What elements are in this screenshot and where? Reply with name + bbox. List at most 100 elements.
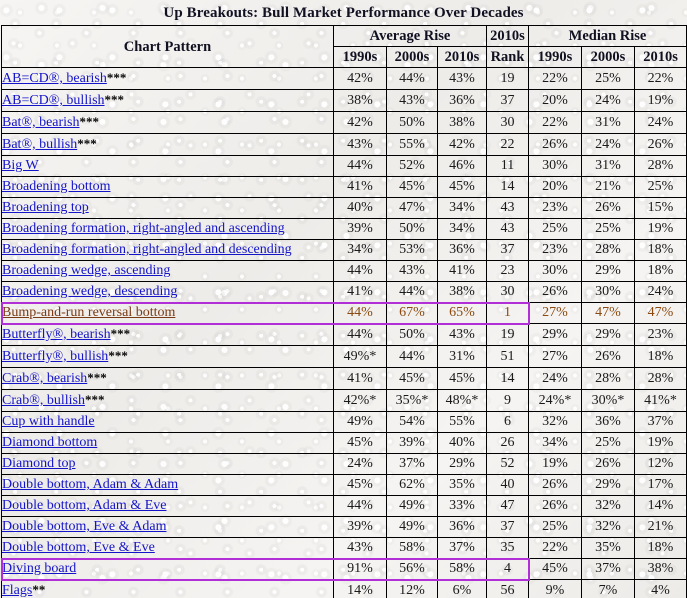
med-1990s-cell: 45% — [528, 558, 582, 580]
table-row: Bump-and-run reversal bottom 44% 67% 65% 1 27… — [1, 302, 687, 324]
med-2000s-cell: 21% — [581, 176, 635, 198]
med-2010s-cell: 28% — [633, 367, 687, 390]
med-2010s-cell: 14% — [633, 495, 687, 517]
med-1990s-cell: 30% — [528, 155, 582, 177]
med-1990s-cell: 19% — [528, 453, 582, 475]
header-med-1990s: 1990s — [528, 46, 582, 68]
pattern-link[interactable]: Broadening top — [3, 200, 89, 215]
pattern-link[interactable]: Diving board — [3, 561, 77, 576]
pattern-link[interactable]: Broadening formation, right-angled and a… — [3, 221, 285, 236]
med-2010s-cell: 24% — [633, 281, 687, 303]
avg-2010s-cell: 31% — [437, 345, 487, 368]
pattern-name-cell: AB=CD®, bearish*** — [1, 67, 334, 90]
pattern-link[interactable]: Bump-and-run reversal bottom — [3, 305, 176, 320]
med-2010s-cell: 47% — [633, 302, 687, 324]
table-row: Butterfly®, bullish*** 49%* 44% 31% 51 27% 26%… — [1, 345, 687, 368]
pattern-name-cell: AB=CD®, bullish*** — [1, 89, 334, 112]
pattern-link[interactable]: Flags — [3, 583, 33, 598]
pattern-link[interactable]: Diamond bottom — [3, 435, 98, 450]
pattern-link[interactable]: AB=CD®, bullish — [3, 93, 105, 108]
avg-1990s-cell: 49%* — [333, 345, 387, 368]
avg-2000s-cell: 56% — [386, 558, 438, 580]
avg-2000s-cell: 58% — [386, 537, 438, 559]
avg-2010s-cell: 6% — [437, 579, 487, 598]
pattern-link[interactable]: Broadening bottom — [3, 179, 111, 194]
pattern-link[interactable]: Double bottom, Eve & Adam — [3, 519, 167, 534]
med-2010s-cell: 23% — [633, 323, 687, 346]
pattern-link[interactable]: Double bottom, Adam & Eve — [3, 498, 167, 513]
avg-2010s-cell: 46% — [437, 155, 487, 177]
med-1990s-cell: 20% — [528, 176, 582, 198]
avg-2000s-cell: 50% — [386, 111, 438, 134]
pattern-link[interactable]: Diamond top — [3, 456, 76, 471]
header-median-rise: Median Rise — [527, 25, 687, 47]
header-row-groups: Chart Pattern Average Rise 2010s Median … — [1, 25, 687, 68]
avg-1990s-cell: 42%* — [333, 389, 387, 412]
rank-cell: 19 — [486, 67, 529, 90]
med-1990s-cell: 20% — [528, 89, 582, 112]
med-2000s-cell: 26% — [581, 197, 635, 219]
pattern-link[interactable]: Cup with handle — [3, 414, 95, 429]
pattern-link[interactable]: Bat®, bearish — [3, 115, 80, 130]
table-row: Butterfly®, bearish*** 44% 50% 43% 19 29% 29% 2… — [1, 323, 687, 346]
pattern-name-cell: Butterfly®, bearish*** — [1, 323, 334, 346]
pattern-link[interactable]: Broadening wedge, ascending — [3, 263, 171, 278]
table-row: Diamond top 24% 37% 29% 52 19% 26% 12% — [1, 453, 687, 475]
med-2000s-cell: 26% — [581, 453, 635, 475]
avg-1990s-cell: 91% — [333, 558, 387, 580]
med-1990s-cell: 23% — [528, 197, 582, 219]
avg-2000s-cell: 49% — [386, 516, 438, 538]
pattern-name-cell: Broadening wedge, descending — [1, 281, 334, 303]
avg-2010s-cell: 34% — [437, 197, 487, 219]
avg-2000s-cell: 52% — [386, 155, 438, 177]
footnote-marker: *** — [84, 392, 105, 407]
avg-2010s-cell: 43% — [437, 323, 487, 346]
avg-2010s-cell: 45% — [437, 176, 487, 198]
pattern-link[interactable]: Double bottom, Adam & Adam — [3, 477, 179, 492]
table-row: Broadening top 40% 47% 34% 43 23% 26% 15% — [1, 197, 687, 219]
rank-cell: 14 — [486, 367, 529, 390]
header-average-rise: Average Rise — [333, 25, 487, 47]
pattern-link[interactable]: Butterfly®, bearish — [3, 327, 111, 342]
header-rank-bottom: Rank — [486, 46, 529, 68]
footnote-marker: *** — [104, 92, 125, 107]
pattern-link[interactable]: Broadening formation, right-angled and d… — [3, 242, 292, 257]
med-2010s-cell: 4% — [633, 579, 687, 598]
pattern-link[interactable]: Bat®, bullish — [3, 137, 78, 152]
header-med-2000s: 2000s — [581, 46, 635, 68]
rank-cell: 22 — [486, 133, 529, 156]
avg-1990s-cell: 49% — [333, 411, 387, 433]
pattern-link[interactable]: Crab®, bearish — [3, 371, 88, 386]
avg-1990s-cell: 39% — [333, 516, 387, 538]
rank-cell: 30 — [486, 281, 529, 303]
pattern-link[interactable]: Broadening wedge, descending — [3, 284, 178, 299]
med-2010s-cell: 18% — [633, 345, 687, 368]
avg-1990s-cell: 44% — [333, 495, 387, 517]
pattern-name-cell: Broadening wedge, ascending — [1, 260, 334, 282]
footnote-marker: *** — [77, 136, 97, 151]
pattern-name-cell: Crab®, bullish*** — [1, 389, 334, 412]
avg-1990s-cell: 44% — [333, 302, 387, 324]
rank-cell: 35 — [486, 537, 529, 559]
avg-2000s-cell: 45% — [386, 176, 438, 198]
performance-table: Chart Pattern Average Rise 2010s Median … — [1, 25, 687, 598]
med-1990s-cell: 22% — [528, 111, 582, 134]
pattern-name-cell: Bump-and-run reversal bottom — [1, 302, 334, 324]
table-row: Crab®, bullish*** 42%* 35%* 48%* 9 24%* 30%* 41… — [1, 389, 687, 412]
pattern-link[interactable]: Big W — [3, 158, 39, 173]
med-2000s-cell: 36% — [581, 411, 635, 433]
pattern-name-cell: Double bottom, Adam & Adam — [1, 474, 334, 496]
pattern-link[interactable]: Crab®, bullish — [3, 393, 85, 408]
avg-2010s-cell: 33% — [437, 495, 487, 517]
avg-1990s-cell: 42% — [333, 111, 387, 134]
avg-1990s-cell: 40% — [333, 197, 387, 219]
pattern-link[interactable]: Double bottom, Eve & Eve — [3, 540, 155, 555]
pattern-link[interactable]: Butterfly®, bullish — [3, 349, 109, 364]
avg-1990s-cell: 24% — [333, 453, 387, 475]
pattern-name-cell: Diamond bottom — [1, 432, 334, 454]
med-2000s-cell: 7% — [581, 579, 635, 598]
pattern-link[interactable]: AB=CD®, bearish — [3, 71, 107, 86]
avg-2000s-cell: 44% — [386, 345, 438, 368]
med-1990s-cell: 22% — [528, 67, 582, 90]
table-row: AB=CD®, bearish*** 42% 44% 43% 19 22% 25% 22% — [1, 67, 687, 90]
